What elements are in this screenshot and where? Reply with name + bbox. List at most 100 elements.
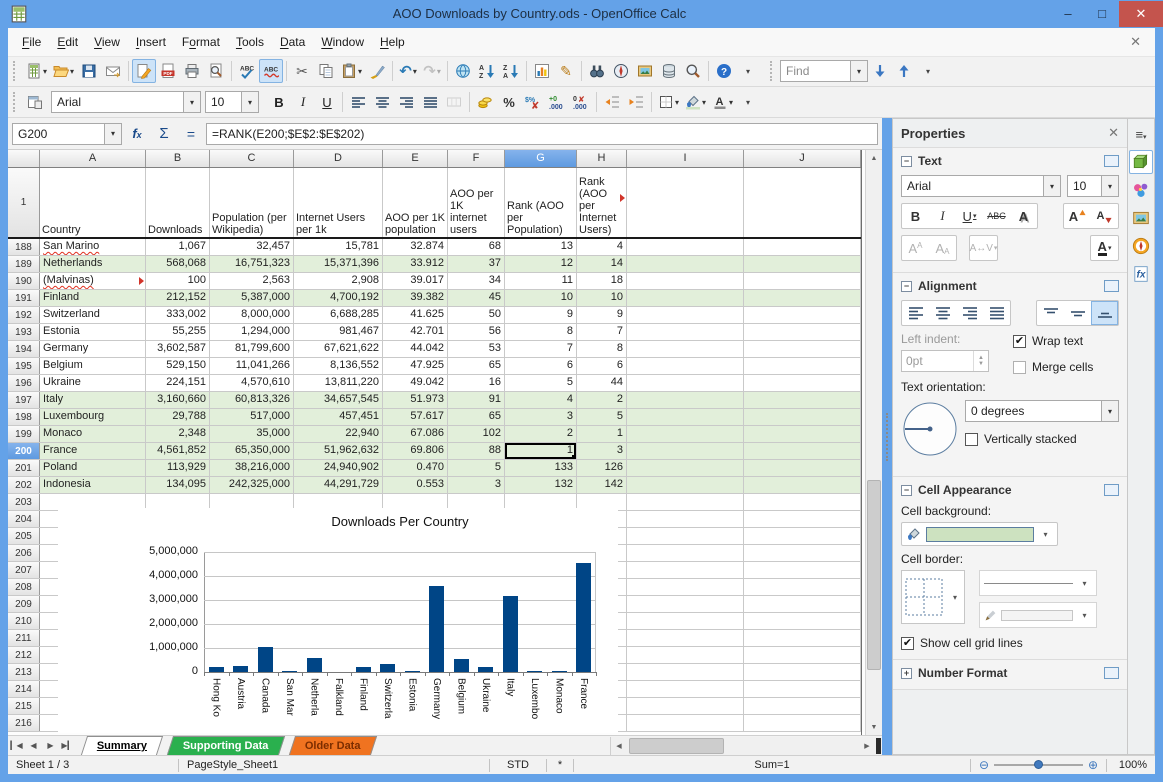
sidebar-splitter[interactable] [882, 118, 892, 755]
cell-A1[interactable]: Country [40, 168, 146, 238]
cell-F190[interactable]: 34 [448, 273, 505, 290]
sheet-tab-older-data[interactable]: Older Data [288, 736, 377, 756]
row-header-195[interactable]: 195 [8, 358, 40, 375]
font-name-select[interactable]: Arial ▾ [51, 91, 201, 114]
cell-H198[interactable]: 5 [577, 409, 627, 426]
cell-D192[interactable]: 6,688,285 [294, 307, 383, 324]
scroll-up-icon[interactable]: ▲ [866, 150, 882, 167]
cell-D196[interactable]: 13,811,220 [294, 375, 383, 392]
cell-D195[interactable]: 8,136,552 [294, 358, 383, 375]
row-header-202[interactable]: 202 [8, 477, 40, 494]
align-left-button[interactable] [902, 301, 929, 325]
underline-button[interactable]: U [315, 90, 339, 114]
cell-G192[interactable]: 9 [505, 307, 577, 324]
cell-G193[interactable]: 8 [505, 324, 577, 341]
cell-C198[interactable]: 517,000 [210, 409, 294, 426]
cell-H194[interactable]: 8 [577, 341, 627, 358]
cell-J197[interactable] [744, 392, 861, 409]
cell-J214[interactable] [744, 681, 861, 698]
cell-I192[interactable] [627, 307, 744, 324]
menu-help[interactable]: Help [372, 30, 413, 54]
row-header-204[interactable]: 204 [8, 511, 40, 528]
new-document-button[interactable]: ▾ [23, 59, 50, 83]
cell-C196[interactable]: 4,570,610 [210, 375, 294, 392]
row-header-212[interactable]: 212 [8, 647, 40, 664]
menu-data[interactable]: Data [272, 30, 313, 54]
cell-I199[interactable] [627, 426, 744, 443]
dialog-launcher-icon[interactable] [1104, 484, 1119, 497]
cell-J213[interactable] [744, 664, 861, 681]
cell-J194[interactable] [744, 341, 861, 358]
cell-I193[interactable] [627, 324, 744, 341]
horizontal-scrollbar-track[interactable] [627, 737, 859, 755]
row-header-215[interactable]: 215 [8, 698, 40, 715]
cell-I208[interactable] [627, 579, 744, 596]
cell-B201[interactable]: 113,929 [146, 460, 210, 477]
cell-C199[interactable]: 35,000 [210, 426, 294, 443]
undo-button[interactable]: ↶ ▾ [396, 59, 420, 83]
cell-F200[interactable]: 88 [448, 443, 505, 460]
cell-B189[interactable]: 568,068 [146, 256, 210, 273]
cell-B190[interactable]: 100 [146, 273, 210, 290]
cell-H192[interactable]: 9 [577, 307, 627, 324]
cell-J202[interactable] [744, 477, 861, 494]
horizontal-scrollbar[interactable]: ◀ ▶ [610, 737, 882, 756]
last-sheet-button[interactable]: ▶▎ [59, 736, 76, 755]
cell-J207[interactable] [744, 562, 861, 579]
cell-I212[interactable] [627, 647, 744, 664]
cell-H196[interactable]: 44 [577, 375, 627, 392]
data-sources-button[interactable] [657, 59, 681, 83]
dialog-launcher-icon[interactable] [1104, 667, 1119, 680]
cell-H193[interactable]: 7 [577, 324, 627, 341]
chevron-down-icon[interactable]: ▾ [948, 593, 963, 602]
chevron-down-icon[interactable]: ▾ [1038, 530, 1053, 539]
cell-B195[interactable]: 529,150 [146, 358, 210, 375]
cell-E192[interactable]: 41.625 [383, 307, 448, 324]
zoom-slider[interactable]: ⊖ ⊕ [971, 758, 1106, 772]
dialog-launcher-icon[interactable] [1104, 280, 1119, 293]
cell-J192[interactable] [744, 307, 861, 324]
cell-C188[interactable]: 32,457 [210, 239, 294, 256]
cell-B192[interactable]: 333,002 [146, 307, 210, 324]
function-equals-icon[interactable]: = [179, 123, 203, 145]
cell-I209[interactable] [627, 596, 744, 613]
increase-indent-button[interactable] [624, 90, 648, 114]
cell-I189[interactable] [627, 256, 744, 273]
cell-A193[interactable]: Estonia [40, 324, 146, 341]
find-toolbar-grip[interactable] [770, 61, 776, 82]
row-header-211[interactable]: 211 [8, 630, 40, 647]
column-header-D[interactable]: D [294, 150, 383, 168]
cell-J208[interactable] [744, 579, 861, 596]
cell-D199[interactable]: 22,940 [294, 426, 383, 443]
cell-A191[interactable]: Finland [40, 290, 146, 307]
vertically-stacked-checkbox[interactable] [965, 432, 978, 446]
find-next-button[interactable] [868, 59, 892, 83]
cell-E193[interactable]: 42.701 [383, 324, 448, 341]
cell-H189[interactable]: 14 [577, 256, 627, 273]
chevron-down-icon[interactable]: ▾ [1101, 176, 1118, 197]
cell-E199[interactable]: 67.086 [383, 426, 448, 443]
selection-summary[interactable]: Sum=1 [574, 759, 970, 771]
dropdown-arrow-icon[interactable]: ▾ [437, 67, 441, 76]
close-document-button[interactable]: ✕ [1122, 34, 1149, 50]
cell-G202[interactable]: 132 [505, 477, 577, 494]
merge-cells-checkbox[interactable] [1013, 360, 1026, 374]
row-header-205[interactable]: 205 [8, 528, 40, 545]
font-color-button[interactable]: A ▾ [709, 90, 736, 114]
functions-deck-icon[interactable]: fx [1129, 262, 1153, 286]
cell-D189[interactable]: 15,371,396 [294, 256, 383, 273]
line-style-select[interactable]: ▾ [979, 570, 1097, 597]
sort-descending-button[interactable]: ZA [499, 59, 523, 83]
cell-B191[interactable]: 212,152 [146, 290, 210, 307]
cell-G197[interactable]: 4 [505, 392, 577, 409]
chevron-down-icon[interactable]: ▾ [104, 123, 121, 144]
cell-D201[interactable]: 24,940,902 [294, 460, 383, 477]
menu-view[interactable]: View [86, 30, 128, 54]
help-button[interactable]: ? [712, 59, 736, 83]
cell-H199[interactable]: 1 [577, 426, 627, 443]
row-header-214[interactable]: 214 [8, 681, 40, 698]
cell-J189[interactable] [744, 256, 861, 273]
cell-H197[interactable]: 2 [577, 392, 627, 409]
cell-F192[interactable]: 50 [448, 307, 505, 324]
cell-E191[interactable]: 39.382 [383, 290, 448, 307]
